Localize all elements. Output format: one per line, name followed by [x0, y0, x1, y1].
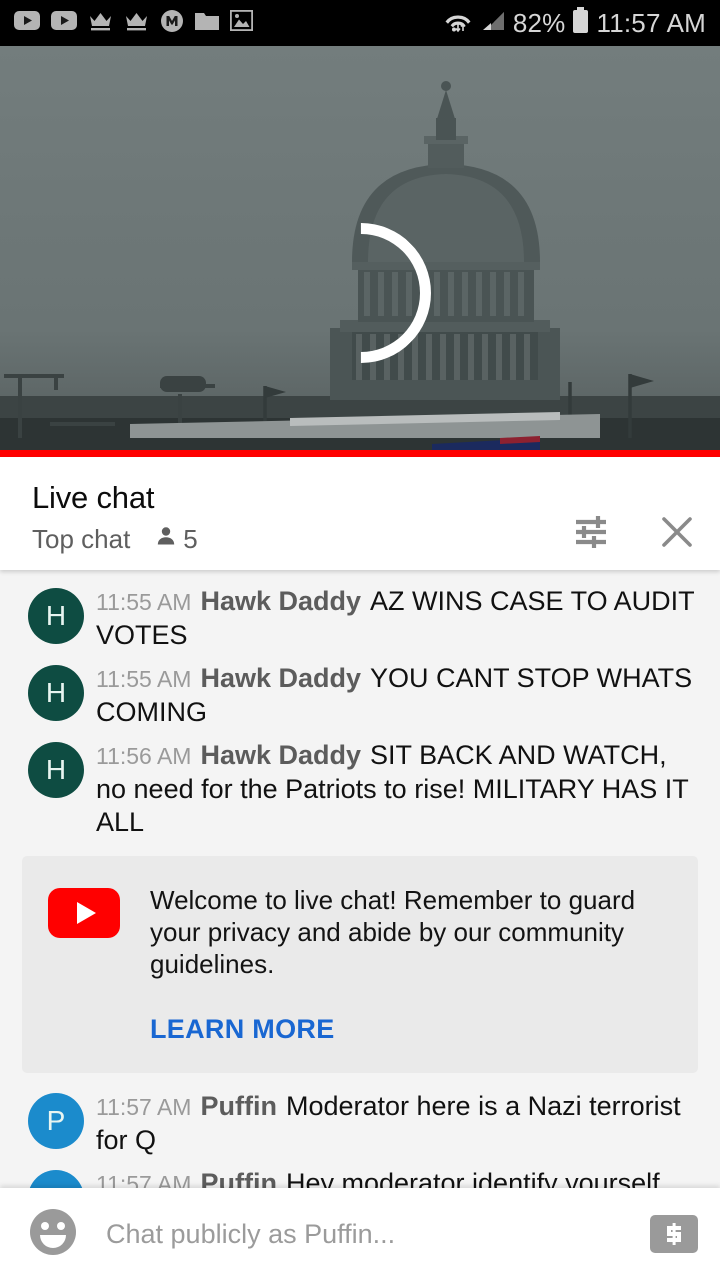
live-chat-header-actions	[570, 479, 698, 570]
status-bar: 82% 11:57 AM	[0, 0, 720, 46]
avatar[interactable]: H	[28, 742, 84, 798]
learn-more-link[interactable]: LEARN MORE	[150, 1014, 335, 1045]
message-timestamp: 11:55 AM	[96, 666, 192, 692]
person-icon	[154, 524, 178, 554]
avatar[interactable]: H	[28, 588, 84, 644]
message-author[interactable]: Hawk Daddy	[200, 663, 361, 693]
clock-label: 11:57 AM	[596, 7, 706, 38]
table-row[interactable]: H 11:56 AM Hawk Daddy SIT BACK AND WATCH, …	[0, 734, 720, 844]
avatar[interactable]: P	[28, 1170, 84, 1188]
gallery-image-icon	[229, 9, 254, 36]
crown-icon	[124, 10, 149, 36]
message-author[interactable]: Hawk Daddy	[200, 740, 361, 770]
message-author[interactable]: Puffin	[200, 1168, 276, 1188]
welcome-banner-content: Welcome to live chat! Remember to guard …	[150, 884, 674, 1045]
message-timestamp: 11:57 AM	[96, 1171, 192, 1188]
youtube-logo-icon	[48, 888, 120, 938]
live-chat-message-list[interactable]: H 11:55 AM Hawk Daddy AZ WINS CASE TO AUDI…	[0, 570, 720, 1188]
welcome-banner: Welcome to live chat! Remember to guard …	[22, 856, 698, 1073]
video-progress-bar[interactable]	[0, 450, 720, 457]
live-chat-subtitle: Top chat 5	[32, 524, 570, 554]
message-author[interactable]: Hawk Daddy	[200, 586, 361, 616]
crown-icon	[88, 10, 113, 36]
avatar[interactable]: P	[28, 1093, 84, 1149]
battery-percent-label: 82%	[512, 7, 566, 38]
table-row[interactable]: P 11:57 AMPuffinHey moderator identify y…	[0, 1162, 720, 1188]
chat-mode-label[interactable]: Top chat	[32, 524, 130, 554]
folder-icon	[195, 11, 219, 35]
chat-input[interactable]	[106, 1218, 650, 1250]
play-triangle-icon	[76, 902, 96, 924]
messenger-m-icon	[160, 9, 184, 38]
viewer-count-label: 5	[183, 524, 198, 554]
table-row[interactable]: H 11:55 AM Hawk Daddy AZ WINS CASE TO AUDI…	[0, 580, 720, 657]
tune-sliders-icon[interactable]	[570, 511, 612, 553]
youtube-icon	[14, 11, 40, 35]
message-body: 11:57 AM Puffin Hey moderator identify you…	[96, 1167, 698, 1188]
cell-signal-icon	[480, 10, 506, 37]
emoji-smiley-icon[interactable]	[28, 1207, 78, 1262]
dollar-superchat-icon[interactable]	[650, 1215, 698, 1253]
table-row[interactable]: P 11:57 AM Puffin Moderator here is a Nazi…	[0, 1085, 720, 1162]
video-player[interactable]	[0, 46, 720, 450]
page-title: Live chat	[32, 480, 155, 515]
wifi-icon	[443, 9, 473, 38]
message-author[interactable]: Puffin	[200, 1091, 276, 1121]
live-chat-header: Live chat Top chat 5	[0, 457, 720, 570]
message-body: 11:57 AM Puffin Moderator here is a Nazi t…	[96, 1090, 698, 1157]
live-chat-titles: Live chat Top chat 5	[32, 479, 570, 570]
message-timestamp: 11:56 AM	[96, 743, 192, 769]
battery-icon	[572, 7, 589, 39]
status-bar-system-icons: 82% 11:57 AM	[443, 7, 706, 39]
status-bar-notification-icons	[14, 9, 254, 38]
welcome-banner-text: Welcome to live chat! Remember to guard …	[150, 885, 636, 979]
avatar[interactable]: H	[28, 665, 84, 721]
chat-composer-bar	[0, 1188, 720, 1280]
message-body: 11:56 AM Hawk Daddy SIT BACK AND WATCH, no…	[96, 739, 698, 839]
message-body: 11:55 AM Hawk Daddy AZ WINS CASE TO AUDIT …	[96, 585, 698, 652]
message-body: 11:55 AM Hawk Daddy YOU CANT STOP WHATS CO…	[96, 662, 698, 729]
message-timestamp: 11:57 AM	[96, 1094, 192, 1120]
close-x-icon[interactable]	[656, 511, 698, 553]
table-row[interactable]: H 11:55 AM Hawk Daddy YOU CANT STOP WHATS …	[0, 657, 720, 734]
viewer-count-group: 5	[154, 524, 198, 554]
message-timestamp: 11:55 AM	[96, 589, 192, 615]
youtube-icon	[51, 11, 77, 35]
